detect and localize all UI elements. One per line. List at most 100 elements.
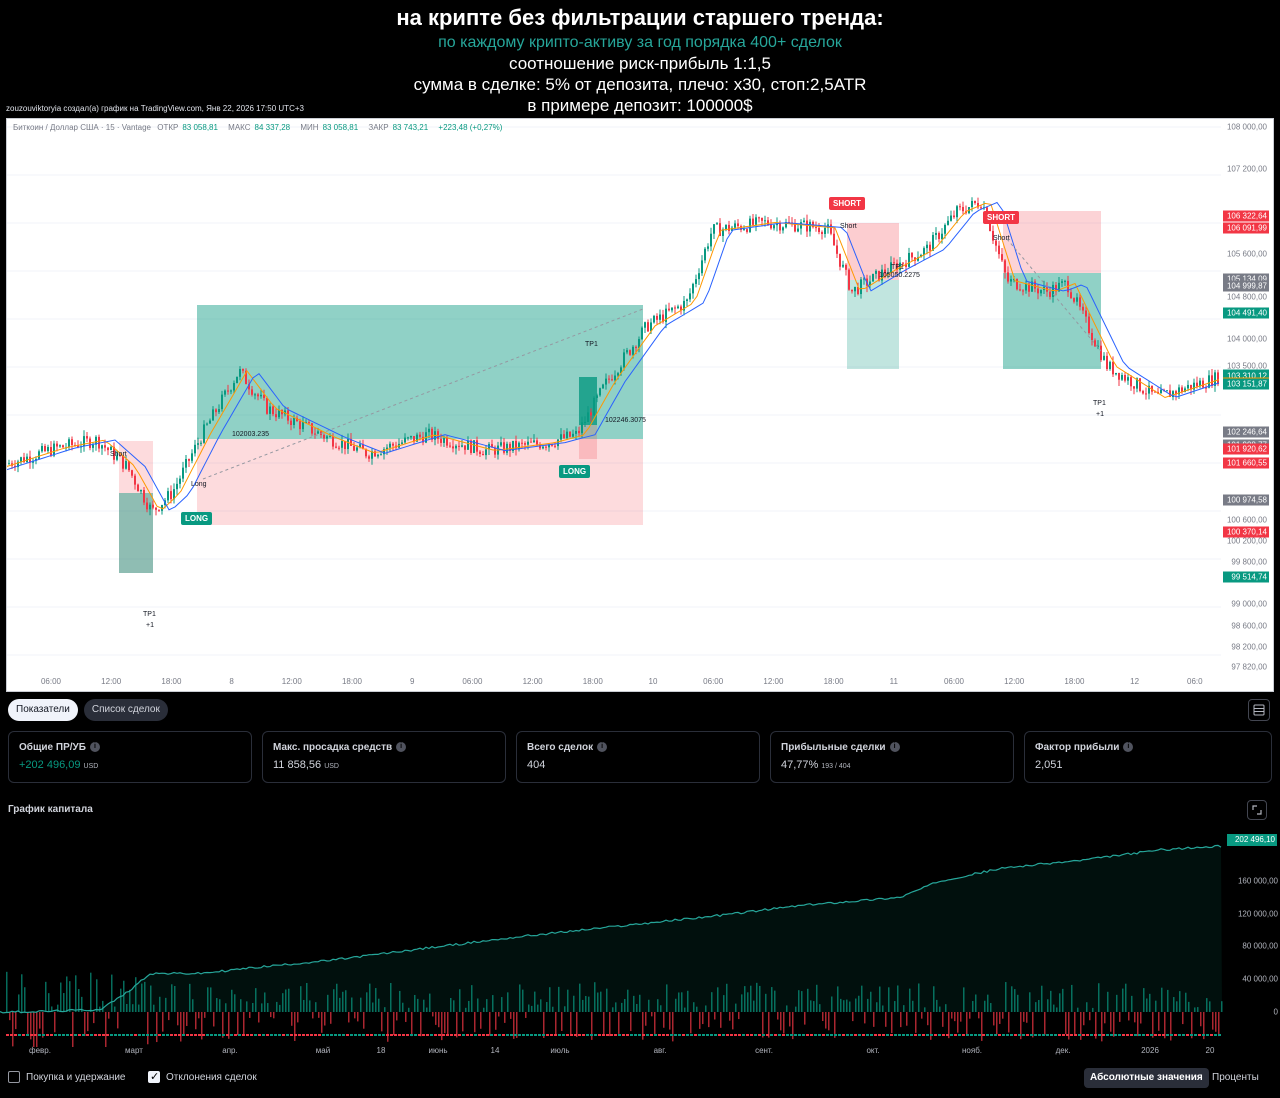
trade-dot [1038,1034,1041,1036]
candle-body [911,252,913,258]
trade-dot [738,1034,741,1036]
menu-button[interactable] [1248,699,1270,721]
candle-body [1091,332,1093,341]
info-icon[interactable]: i [889,742,900,753]
candle-body [1103,355,1105,360]
price-tick: 104 000,00 [1226,334,1267,344]
trade-bar [273,1012,275,1019]
trade-dot [82,1034,85,1036]
candle-body [71,439,73,445]
time-axis[interactable]: 06:00 12:00 18:00 8 12:00 18:00 9 06:00 12:00 18:… [7,673,1223,691]
trade-dot [626,1034,629,1036]
trade-bar [864,1012,866,1024]
trade-dot [1066,1034,1069,1036]
trade-bar [1119,1012,1121,1022]
trade-bar [1044,1012,1046,1036]
candle-body [1202,380,1204,388]
trade-dot [50,1034,53,1036]
trade-dot [422,1034,425,1036]
trade-dot [110,1034,113,1036]
trade-bar [969,1012,971,1019]
trade-dot [530,1034,533,1036]
trade-bar [720,1012,722,1028]
checkbox-box[interactable] [8,1071,20,1083]
candle-body [167,491,169,501]
trade-dot [1022,1034,1025,1036]
trade-bar [570,1012,572,1036]
candle-body [833,233,835,246]
candle-body [668,308,670,311]
tab-metrics[interactable]: Показатели [8,699,78,721]
buy-hold-checkbox[interactable]: Покупка и удержание [8,1071,126,1083]
candle-body [308,422,310,424]
info-icon[interactable]: i [89,742,100,753]
info-icon[interactable]: i [1123,742,1134,753]
candle-body [8,463,10,465]
candle-body [242,369,244,371]
candle-body [689,293,691,300]
candle-body [197,443,199,445]
percent-toggle[interactable]: Проценты [1206,1068,1265,1088]
equity-chart-canvas[interactable] [0,822,1280,1052]
footer-bar: Покупка и удержание Отклонения сделок Аб… [0,1066,1280,1098]
trade-dot [514,1034,517,1036]
trade-bar [789,1012,791,1027]
candle-body [230,390,232,392]
trade-dot [210,1034,213,1036]
candle-body [872,273,874,282]
equity-tick: 0 [1273,1007,1278,1017]
info-icon[interactable]: i [597,742,608,753]
trade-dot [1190,1034,1193,1036]
trade-dot [914,1034,917,1036]
price-chart-canvas[interactable] [7,119,1275,693]
trade-bar [321,1012,323,1033]
card-value: 404 [527,759,546,771]
info-icon[interactable]: i [396,742,407,753]
candle-body [212,409,214,421]
trade-bar [951,1012,953,1019]
trade-dot [1210,1034,1213,1036]
trade-bar [1134,1012,1136,1023]
trade-bar [168,1012,170,1021]
trade-bar [891,1012,893,1034]
trade-dot [94,1034,97,1036]
checkbox-box[interactable] [148,1070,160,1083]
trade-dot [1130,1034,1133,1036]
trade-dot [418,1034,421,1036]
trade-dot [1170,1034,1173,1036]
trade-bar [243,1012,245,1036]
price-chart[interactable]: Биткоин / Доллар США · 15 · Vantage ОТКР… [6,118,1274,692]
candle-body [623,352,625,368]
open-label: ОТКР 83 058,81 [157,123,218,132]
candle-body [554,445,556,447]
tab-trade-list[interactable]: Список сделок [83,699,168,721]
candle-body [809,221,811,232]
equity-chart[interactable]: 160 000,00 120 000,00 80 000,00 40 000,00 0 … [0,822,1280,1067]
candle-body [758,217,760,219]
trade-dot [526,1034,529,1036]
trade-bar [363,1012,365,1029]
expand-button[interactable] [1247,800,1267,820]
candle-body [1187,384,1189,389]
trade-dot [478,1034,481,1036]
trade-dot [582,1034,585,1036]
trade-dot [818,1034,821,1036]
time-tick: 12:00 [1004,677,1025,686]
trade-dot [898,1034,901,1036]
trade-bar [651,1012,653,1017]
trade-deviation-checkbox[interactable]: Отклонения сделок [148,1070,257,1083]
trade-dot [1002,1034,1005,1036]
candle-body [104,445,106,448]
price-tick: 100 200,00 [1226,536,1267,546]
absolute-values-toggle[interactable]: Абсолютные значения [1084,1068,1209,1088]
candle-body [569,431,571,437]
trade-dot [1154,1034,1157,1036]
trade-dot [690,1034,693,1036]
trade-dot [550,1034,553,1036]
price-axis[interactable]: 108 000,00 107 200,00 105 600,00 104 800,00… [1221,119,1273,679]
candle-body [818,227,820,233]
candle-body [782,227,784,231]
candle-body [656,315,658,320]
trade-dot [318,1034,321,1036]
equity-month-tick: март [125,1046,143,1055]
